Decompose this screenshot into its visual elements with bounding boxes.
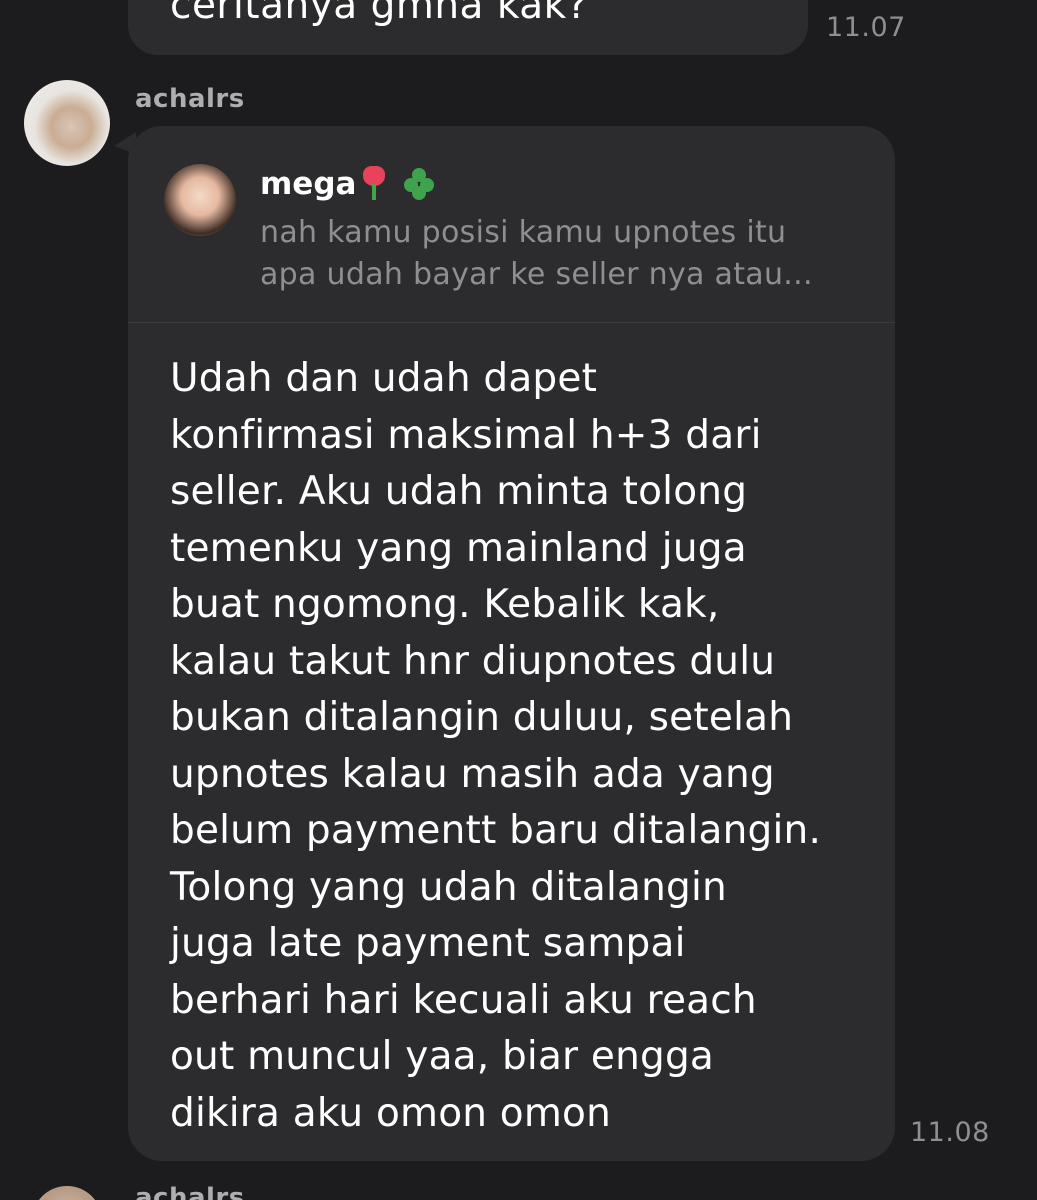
reply-preview-line: apa udah bayar ke seller nya atau... bbox=[260, 257, 813, 292]
sender-avatar[interactable] bbox=[24, 80, 110, 166]
chat-thread: ceritanya gmna kak? 11.07 achalrs mega n… bbox=[0, 0, 1037, 1200]
message-line: out muncul yaa, biar engga bbox=[170, 1034, 715, 1079]
reply-quote[interactable]: mega nah kamu posisi kamu upnotes itu ap… bbox=[128, 126, 895, 323]
tulip-icon bbox=[360, 166, 388, 200]
message-line: buat ngomong. Kebalik kak, bbox=[170, 582, 720, 627]
sender-name[interactable]: achalrs bbox=[135, 84, 245, 114]
next-sender-name[interactable]: achalrs bbox=[135, 1183, 245, 1200]
previous-message-time: 11.07 bbox=[826, 12, 906, 43]
message-line: seller. Aku udah minta tolong bbox=[170, 469, 748, 514]
message-line: belum paymentt baru ditalangin. bbox=[170, 808, 822, 853]
message-line: berhari hari kecuali aku reach bbox=[170, 977, 757, 1023]
message-line: bukan ditalangin duluu, setelah bbox=[170, 695, 794, 740]
reply-author: mega bbox=[260, 166, 435, 202]
next-sender-avatar[interactable] bbox=[32, 1186, 102, 1200]
reply-avatar bbox=[164, 164, 236, 236]
message-bubble[interactable]: mega nah kamu posisi kamu upnotes itu ap… bbox=[128, 126, 895, 1161]
message-line: kalau takut hnr diupnotes dulu bbox=[170, 638, 776, 684]
message-time: 11.08 bbox=[910, 1117, 990, 1148]
message-line: Udah dan udah dapet bbox=[170, 356, 598, 401]
previous-message-text: ceritanya gmna kak? bbox=[170, 0, 588, 28]
previous-message-bubble[interactable]: ceritanya gmna kak? bbox=[128, 0, 808, 55]
reply-author-name: mega bbox=[260, 166, 357, 202]
message-line: temenku yang mainland juga bbox=[170, 525, 747, 571]
clover-icon bbox=[404, 168, 435, 200]
message-text: Udah dan udah dapet konfirmasi maksimal … bbox=[170, 351, 880, 1142]
message-line: juga late payment sampai bbox=[170, 921, 686, 966]
reply-preview-line: nah kamu posisi kamu upnotes itu bbox=[260, 215, 787, 250]
reply-preview: nah kamu posisi kamu upnotes itu apa uda… bbox=[260, 212, 860, 296]
message-line: upnotes kalau masih ada yang bbox=[170, 751, 775, 797]
message-line: dikira aku omon omon bbox=[170, 1090, 611, 1136]
message-line: Tolong yang udah ditalangin bbox=[170, 864, 727, 910]
message-line: konfirmasi maksimal h+3 dari bbox=[170, 412, 762, 458]
